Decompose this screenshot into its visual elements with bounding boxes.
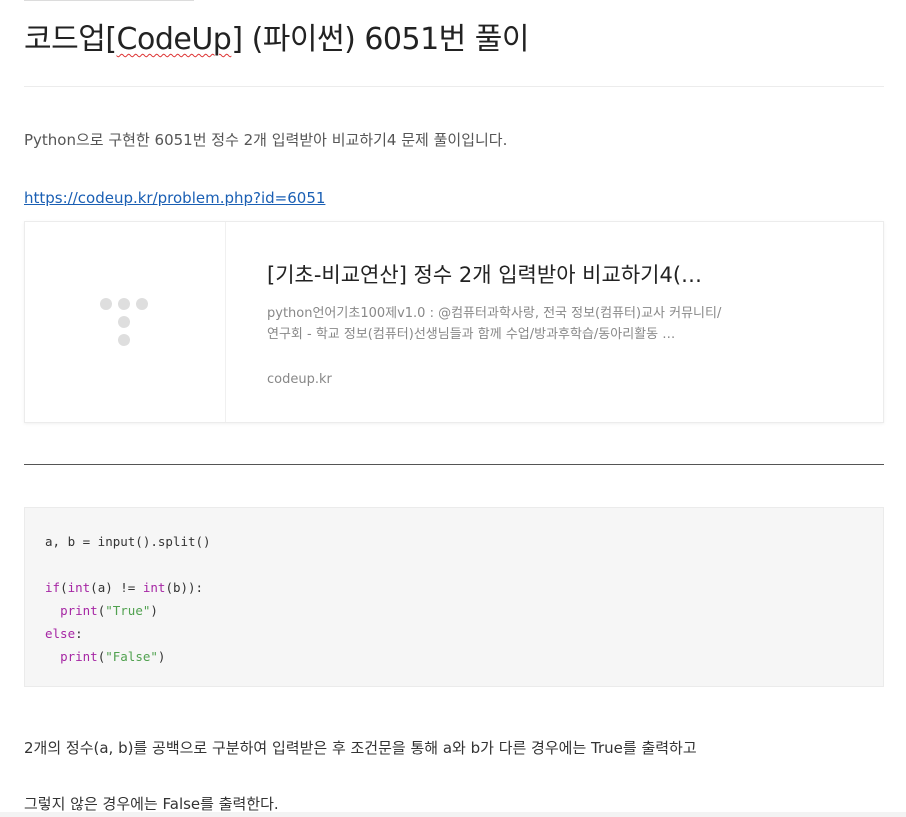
post-title: 코드업[CodeUp] (파이썬) 6051번 풀이 (24, 18, 530, 62)
intro-paragraph: Python으로 구현한 6051번 정수 2개 입력받아 비교하기4 문제 풀… (24, 131, 508, 149)
body-paragraph-1: 2개의 정수(a, b)를 공백으로 구분하여 입력받은 후 조건문을 통해 a… (24, 739, 697, 757)
code-line-1: a, b = input().split() (45, 534, 211, 549)
keyword-else: else (45, 626, 76, 641)
string-literal: "False" (105, 649, 158, 664)
title-divider (24, 86, 884, 87)
section-divider (24, 464, 884, 465)
keyword-if: if (45, 580, 61, 595)
bottom-edge (0, 812, 906, 817)
preview-domain: codeup.kr (267, 372, 332, 387)
preview-body: [기초-비교연산] 정수 2개 입력받아 비교하기4(… python언어기초1… (267, 260, 727, 390)
builtin-print: print (60, 649, 98, 664)
builtin-int: int (142, 580, 166, 595)
code-block: a, b = input().split() if(int(a) != int(… (24, 507, 884, 687)
builtin-print: print (60, 603, 98, 618)
string-literal: "True" (105, 603, 151, 618)
preview-title: [기초-비교연산] 정수 2개 입력받아 비교하기4(… (267, 263, 703, 287)
preview-description: python언어기초100제v1.0 : @컴퓨터과학사랑, 전국 정보(컴퓨터… (267, 306, 722, 342)
preview-thumbnail (25, 222, 226, 422)
title-codeup: CodeUp (116, 22, 232, 57)
top-divider (24, 0, 194, 1)
problem-link[interactable]: https://codeup.kr/problem.php?id=6051 (24, 187, 325, 209)
link-preview-card[interactable]: [기초-비교연산] 정수 2개 입력받아 비교하기4(… python언어기초1… (24, 221, 884, 423)
title-suffix: ] (파이썬) 6051번 풀이 (231, 22, 530, 57)
title-prefix: 코드업 (24, 22, 106, 57)
builtin-int: int (67, 580, 91, 595)
title-bracket-open: [ (105, 22, 117, 57)
code-content: a, b = input().split() if(int(a) != int(… (45, 534, 211, 664)
